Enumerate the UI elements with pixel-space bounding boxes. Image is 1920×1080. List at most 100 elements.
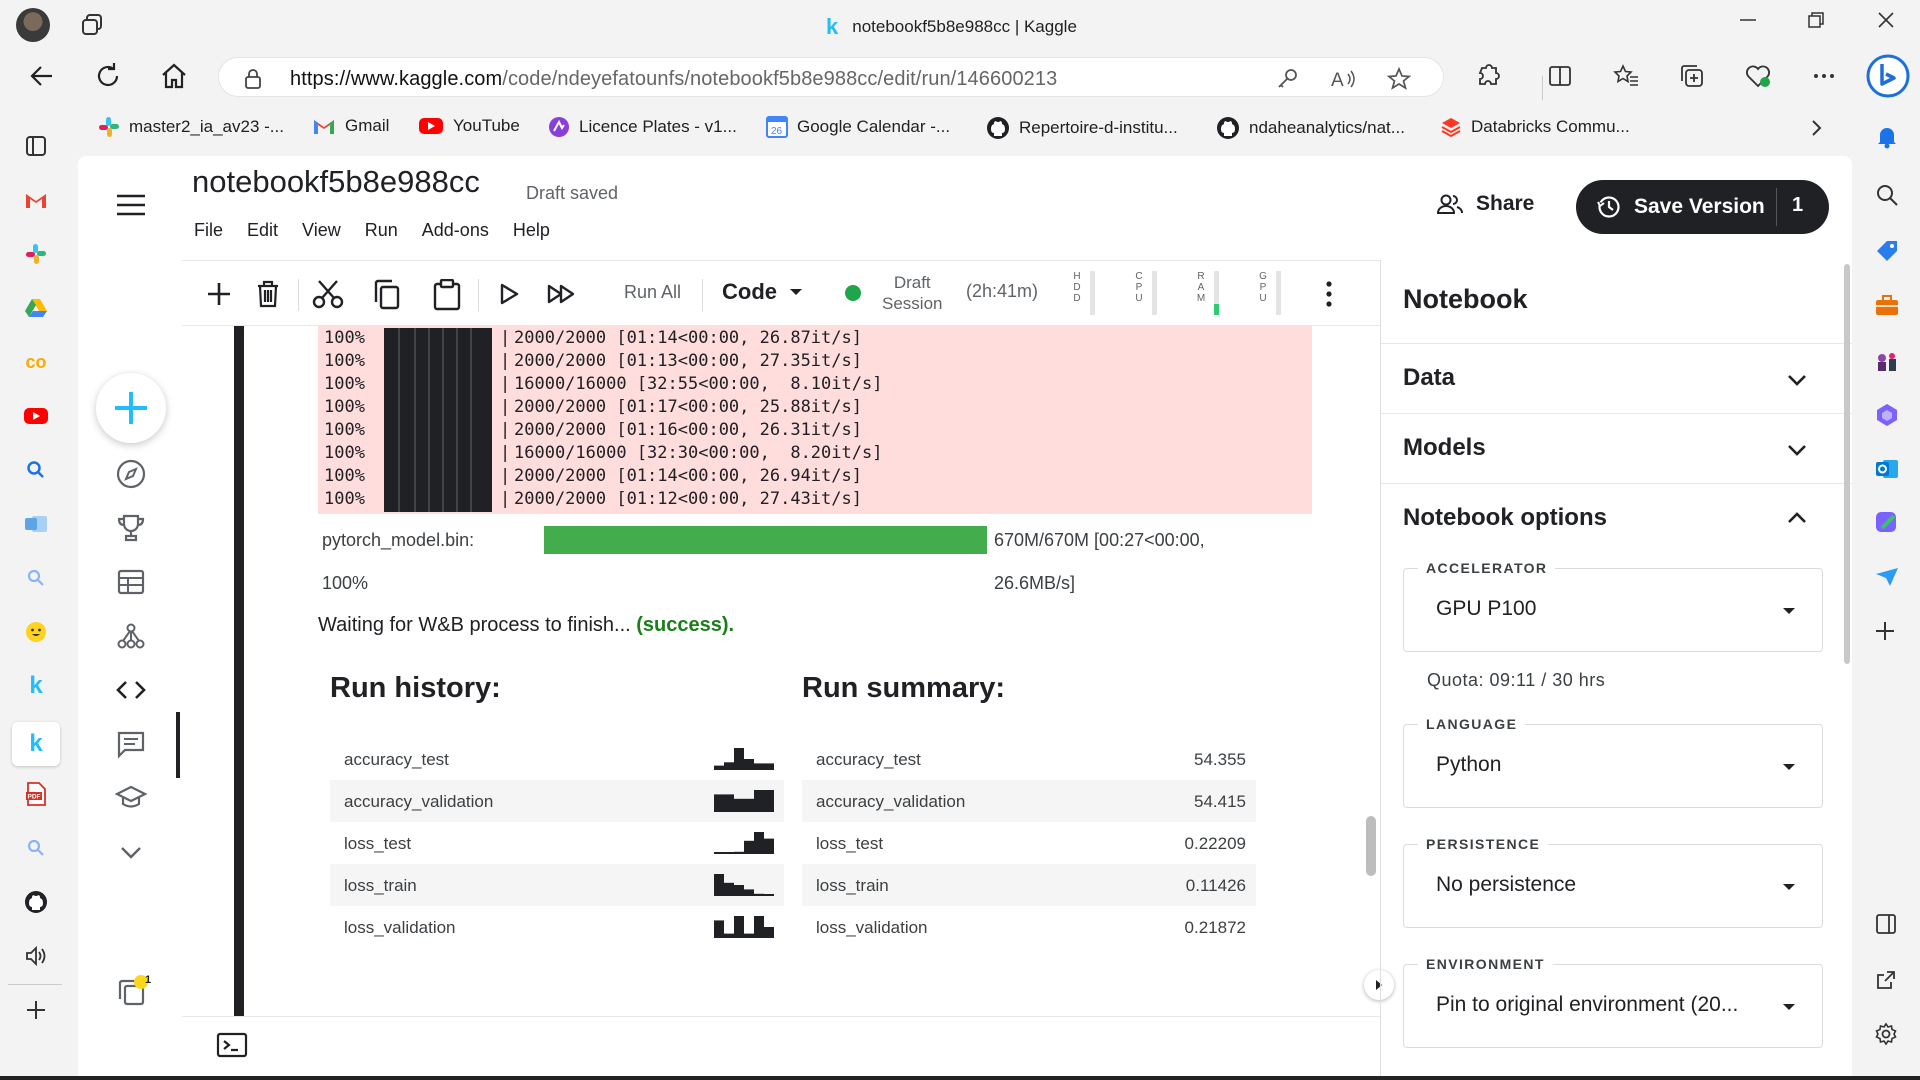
outlook-tab-icon[interactable] bbox=[22, 510, 50, 538]
cell-type-select[interactable]: Code bbox=[722, 279, 803, 305]
console-terminal-icon[interactable] bbox=[216, 1031, 248, 1059]
favorites-icon[interactable] bbox=[1612, 62, 1640, 90]
discussions-icon[interactable] bbox=[113, 726, 149, 762]
compass-explore-icon[interactable] bbox=[113, 456, 149, 492]
extensions-icon[interactable] bbox=[1474, 62, 1502, 90]
menu-view[interactable]: View bbox=[302, 220, 341, 241]
accelerator-select[interactable]: ACCELERATOR GPU P100 bbox=[1403, 560, 1823, 652]
search-tab-icon[interactable] bbox=[22, 456, 50, 484]
active-tab[interactable]: k notebookf5b8e988cc | Kaggle bbox=[826, 14, 1077, 40]
trophy-competitions-icon[interactable] bbox=[113, 510, 149, 546]
shopping-tag-icon[interactable] bbox=[1874, 238, 1902, 266]
bookmarks-more-chevron-icon[interactable] bbox=[1806, 118, 1826, 138]
paste-clipboard-icon[interactable] bbox=[432, 279, 462, 311]
outlook-icon[interactable] bbox=[1874, 456, 1902, 484]
delete-trash-icon[interactable] bbox=[254, 279, 282, 309]
output-scrollbar[interactable] bbox=[1366, 816, 1376, 876]
settings-gear-icon[interactable] bbox=[1874, 1022, 1902, 1050]
games-icon[interactable] bbox=[1874, 348, 1902, 376]
bookmark-databricks[interactable]: Databricks Commu... bbox=[1440, 116, 1630, 138]
collections-icon[interactable] bbox=[1678, 62, 1706, 90]
minimize-icon[interactable] bbox=[1738, 10, 1758, 30]
bookmark-youtube[interactable]: YouTube bbox=[418, 116, 520, 136]
copy-icon[interactable] bbox=[372, 279, 402, 311]
send-drop-icon[interactable] bbox=[1874, 564, 1902, 592]
key-icon[interactable] bbox=[1275, 67, 1299, 91]
profile-avatar[interactable] bbox=[16, 8, 50, 42]
favorite-star-icon[interactable] bbox=[1387, 67, 1411, 91]
microsoft365-icon[interactable] bbox=[1874, 402, 1902, 430]
hide-sidebar-icon[interactable] bbox=[1874, 912, 1902, 940]
bookmark-calendar[interactable]: 26 Google Calendar -... bbox=[766, 116, 950, 138]
version-count[interactable]: 1 bbox=[1792, 194, 1803, 217]
menu-file[interactable]: File bbox=[194, 220, 223, 241]
google-drive-tab-icon[interactable] bbox=[22, 294, 50, 322]
read-aloud-icon[interactable]: A bbox=[1331, 67, 1357, 91]
menu-edit[interactable]: Edit bbox=[247, 220, 278, 241]
run-all-button[interactable]: Run All bbox=[624, 282, 681, 303]
cell-output-area[interactable]: 100% | 2000/2000 [01:14<00:00, 26.87it/s] 1… bbox=[182, 326, 1380, 1016]
models-network-icon[interactable] bbox=[113, 618, 149, 654]
github-tab-icon[interactable] bbox=[22, 888, 50, 916]
bookmark-gmail[interactable]: Gmail bbox=[312, 116, 389, 136]
reload-icon[interactable] bbox=[92, 60, 124, 92]
lock-icon[interactable] bbox=[243, 68, 263, 90]
audio-tab-icon[interactable] bbox=[22, 942, 50, 970]
designer-icon[interactable] bbox=[1874, 510, 1902, 538]
copilot-icon[interactable] bbox=[1866, 54, 1910, 98]
add-cell-plus-icon[interactable] bbox=[204, 279, 234, 309]
gpu-meter[interactable]: GPU bbox=[1258, 271, 1292, 317]
cpu-meter[interactable]: CPU bbox=[1134, 271, 1168, 317]
huggingface-tab-icon[interactable] bbox=[22, 618, 50, 646]
run-all-fast-forward-icon[interactable] bbox=[546, 279, 578, 309]
persistence-select[interactable]: PERSISTENCE No persistence bbox=[1403, 836, 1823, 928]
menu-help[interactable]: Help bbox=[513, 220, 550, 241]
colab-tab-icon[interactable]: co bbox=[22, 348, 50, 376]
browser-essentials-icon[interactable] bbox=[1744, 62, 1772, 90]
run-cell-play-icon[interactable] bbox=[496, 279, 522, 309]
tools-briefcase-icon[interactable] bbox=[1874, 292, 1902, 320]
slack-tab-icon[interactable] bbox=[22, 240, 50, 268]
language-select[interactable]: LANGUAGE Python bbox=[1403, 716, 1823, 808]
home-icon[interactable] bbox=[158, 60, 190, 92]
workspaces-icon[interactable] bbox=[80, 12, 106, 38]
create-button[interactable] bbox=[96, 373, 166, 443]
back-icon[interactable] bbox=[26, 60, 58, 92]
restore-icon[interactable] bbox=[1806, 10, 1826, 30]
data-section[interactable]: Data bbox=[1381, 344, 1852, 414]
bookmark-slack[interactable]: master2_ia_av23 -... bbox=[98, 116, 284, 138]
bookmark-github-repo[interactable]: Repertoire-d-institu... bbox=[986, 116, 1178, 140]
models-section[interactable]: Models bbox=[1381, 414, 1852, 484]
split-screen-icon[interactable] bbox=[1546, 62, 1574, 90]
gmail-tab-icon[interactable] bbox=[22, 186, 50, 214]
bookmark-github-ndahe[interactable]: ndaheanalytics/nat... bbox=[1216, 116, 1405, 140]
search-tab-icon-3[interactable] bbox=[22, 834, 50, 862]
search-tab-icon-2[interactable] bbox=[22, 564, 50, 592]
add-sidebar-plus-icon[interactable] bbox=[1874, 620, 1902, 648]
search-sidebar-icon[interactable] bbox=[1874, 182, 1902, 210]
environment-select[interactable]: ENVIRONMENT Pin to original environment … bbox=[1403, 956, 1823, 1048]
notifications-bell-icon[interactable] bbox=[1874, 124, 1902, 152]
session-status-label[interactable]: Draft Session bbox=[882, 272, 942, 314]
kaggle-active-tab-icon[interactable]: k bbox=[12, 722, 60, 766]
bookmark-roboflow[interactable]: Licence Plates - v1... bbox=[548, 116, 737, 138]
table-datasets-icon[interactable] bbox=[113, 564, 149, 600]
side-panel-scrollbar[interactable] bbox=[1844, 264, 1850, 664]
cut-scissors-icon[interactable] bbox=[312, 279, 344, 309]
close-window-icon[interactable] bbox=[1876, 10, 1896, 30]
new-tab-plus-icon[interactable] bbox=[22, 996, 50, 1024]
youtube-tab-icon[interactable] bbox=[22, 402, 50, 430]
code-brackets-icon[interactable] bbox=[113, 672, 149, 708]
url-bar[interactable]: https://www.kaggle.com/code/ndeyefatounf… bbox=[218, 57, 1444, 97]
pdf-tab-icon[interactable]: PDF bbox=[22, 780, 50, 808]
notebook-options-title[interactable]: Notebook options bbox=[1403, 504, 1607, 532]
hamburger-menu-icon[interactable] bbox=[116, 194, 146, 216]
kaggle-tab-icon[interactable]: k bbox=[22, 672, 50, 700]
more-options-icon[interactable] bbox=[1810, 62, 1838, 90]
save-version-button[interactable]: Save Version 1 bbox=[1576, 180, 1829, 234]
menu-addons[interactable]: Add-ons bbox=[422, 220, 489, 241]
url-text[interactable]: https://www.kaggle.com/code/ndeyefatounf… bbox=[290, 68, 1057, 91]
tab-actions-icon[interactable] bbox=[22, 132, 50, 160]
menu-run[interactable]: Run bbox=[365, 220, 398, 241]
learn-graduation-icon[interactable] bbox=[113, 780, 149, 816]
